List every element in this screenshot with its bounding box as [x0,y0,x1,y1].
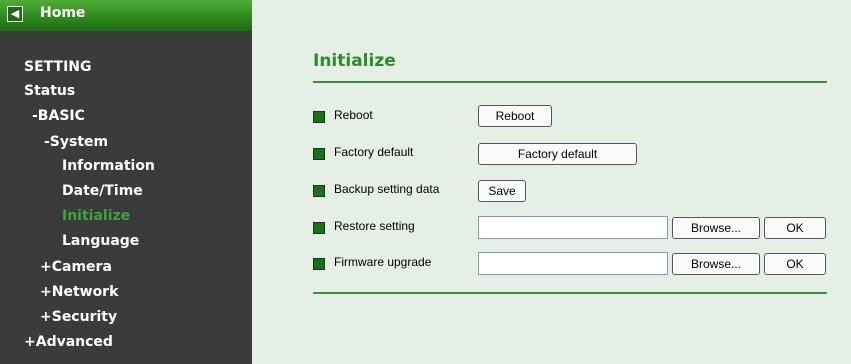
nav-camera[interactable]: +Camera [40,258,112,276]
bullet-square-icon [313,222,325,234]
reboot-label: Reboot [334,108,373,122]
nav-basic[interactable]: -BASIC [32,107,85,125]
bottom-divider [313,292,827,294]
reboot-button[interactable]: Reboot [478,105,552,127]
main-content: Initialize Reboot Reboot Factory default… [252,0,851,364]
firmware-file-input[interactable] [478,252,668,275]
save-button[interactable]: Save [478,180,526,202]
nav-date-time[interactable]: Date/Time [62,182,143,200]
restore-browse-button[interactable]: Browse... [672,217,760,239]
home-link[interactable]: ◀ Home [0,0,252,31]
firmware-upgrade-label: Firmware upgrade [334,255,432,269]
nav-information[interactable]: Information [62,157,155,175]
bullet-square-icon [313,148,325,160]
nav-status[interactable]: Status [24,82,75,100]
factory-default-label: Factory default [334,145,414,159]
nav-initialize[interactable]: Initialize [62,207,130,225]
restore-file-input[interactable] [478,216,668,239]
factory-default-button[interactable]: Factory default [478,143,637,165]
nav-system[interactable]: -System [44,133,108,151]
firmware-ok-button[interactable]: OK [764,253,826,275]
backup-setting-label: Backup setting data [334,182,440,196]
page-title: Initialize [313,51,396,71]
title-divider [313,81,827,83]
firmware-browse-button[interactable]: Browse... [672,253,760,275]
bullet-square-icon [313,111,325,123]
nav-language[interactable]: Language [62,232,139,250]
sidebar: ◀ Home SETTING Status -BASIC -System Inf… [0,0,252,364]
nav-advanced[interactable]: +Advanced [24,333,113,351]
restore-setting-label: Restore setting [334,219,415,233]
nav-security[interactable]: +Security [40,308,117,326]
back-arrow-icon: ◀ [7,6,23,22]
bullet-square-icon [313,185,325,197]
restore-ok-button[interactable]: OK [764,217,826,239]
home-label: Home [40,5,86,21]
nav-setting-heading: SETTING [24,59,92,75]
nav-network[interactable]: +Network [40,283,118,301]
bullet-square-icon [313,258,325,270]
